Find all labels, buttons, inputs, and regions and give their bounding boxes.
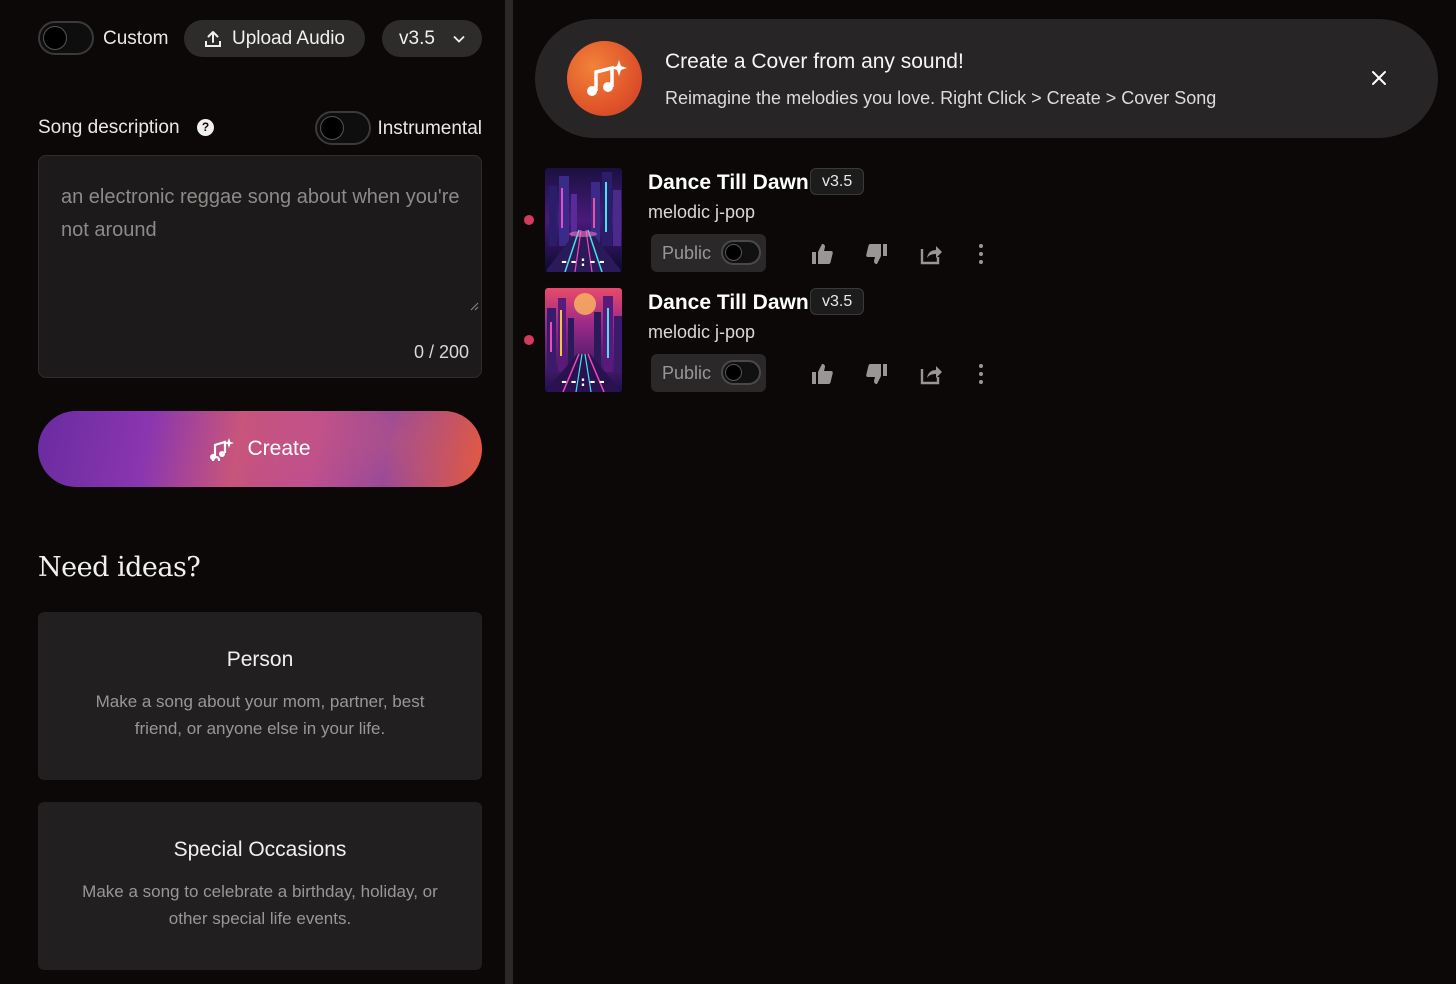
upload-icon xyxy=(204,30,221,47)
upload-audio-button[interactable]: Upload Audio xyxy=(184,20,365,57)
thumbs-down-icon[interactable] xyxy=(865,242,889,266)
song-row[interactable]: --:-- Dance Till Dawn v3.5 melodic j-pop… xyxy=(513,288,1456,394)
song-genre: melodic j-pop xyxy=(648,202,756,222)
custom-mode-toggle[interactable] xyxy=(38,21,94,55)
help-icon[interactable]: ? xyxy=(197,119,214,136)
idea-card-title: Special Occasions xyxy=(173,838,347,861)
toggle-knob xyxy=(320,116,344,140)
character-count: 0 / 200 xyxy=(413,342,469,362)
banner-subtitle: Reimagine the melodies you love. Right C… xyxy=(665,88,1217,108)
song-version-badge: v3.5 xyxy=(810,288,865,315)
instrumental-label: Instrumental xyxy=(377,118,482,139)
panel-divider[interactable] xyxy=(505,0,513,984)
mode-toolbar: Custom Upload Audio v3.5 xyxy=(38,20,482,57)
create-button[interactable]: Create xyxy=(38,411,482,487)
public-switch[interactable] xyxy=(721,360,761,385)
upload-audio-label: Upload Audio xyxy=(231,27,346,49)
public-toggle[interactable]: Public xyxy=(651,354,766,392)
song-genre: melodic j-pop xyxy=(648,322,756,342)
song-cover-art[interactable]: --:-- xyxy=(545,168,622,272)
new-song-indicator xyxy=(524,215,534,225)
more-vertical-icon[interactable] xyxy=(969,242,993,266)
thumbs-up-icon[interactable] xyxy=(810,362,834,386)
song-description-input[interactable]: an electronic reggae song about when you… xyxy=(38,155,482,378)
need-ideas-heading: Need ideas? xyxy=(38,552,201,583)
idea-card-person[interactable]: Person Make a song about your mom, partn… xyxy=(38,612,482,780)
song-title[interactable]: Dance Till Dawn xyxy=(648,171,809,195)
song-row[interactable]: --:-- Dance Till Dawn v3.5 melodic j-pop… xyxy=(513,168,1456,274)
public-label: Public xyxy=(662,363,712,383)
share-icon[interactable] xyxy=(919,362,943,386)
chevron-down-icon xyxy=(453,35,465,43)
idea-card-description: Make a song to celebrate a birthday, hol… xyxy=(82,882,438,928)
song-version-badge: v3.5 xyxy=(810,168,865,195)
resize-grip-icon[interactable] xyxy=(469,301,479,311)
toggle-knob xyxy=(43,26,67,50)
song-duration: --:-- xyxy=(559,374,608,390)
new-song-indicator xyxy=(524,335,534,345)
song-title[interactable]: Dance Till Dawn xyxy=(648,291,809,315)
thumbs-down-icon[interactable] xyxy=(865,362,889,386)
idea-card-title: Person xyxy=(226,648,294,671)
song-cover-art[interactable]: --:-- xyxy=(545,288,622,392)
switch-knob xyxy=(725,244,742,261)
public-label: Public xyxy=(662,243,712,263)
idea-card-special-occasions[interactable]: Special Occasions Make a song to celebra… xyxy=(38,802,482,970)
model-version-select[interactable]: v3.5 xyxy=(382,20,482,57)
song-description-label: Song description xyxy=(38,117,180,138)
public-switch[interactable] xyxy=(721,240,761,265)
custom-mode-label: Custom xyxy=(103,28,169,49)
switch-knob xyxy=(725,364,742,381)
music-sparkle-icon xyxy=(210,438,235,461)
public-toggle[interactable]: Public xyxy=(651,234,766,272)
library-panel: Create a Cover from any sound! Reimagine… xyxy=(513,0,1456,984)
more-vertical-icon[interactable] xyxy=(969,362,993,386)
idea-card-description: Make a song about your mom, partner, bes… xyxy=(95,692,425,738)
create-panel: Custom Upload Audio v3.5 Song descriptio… xyxy=(0,0,505,984)
instrumental-toggle[interactable] xyxy=(315,111,371,145)
create-label: Create xyxy=(247,437,311,460)
song-duration: --:-- xyxy=(559,254,608,270)
description-header: Song description ? Instrumental xyxy=(38,111,482,145)
share-icon[interactable] xyxy=(919,242,943,266)
thumbs-up-icon[interactable] xyxy=(810,242,834,266)
close-icon[interactable] xyxy=(1370,69,1388,87)
music-sparkle-icon xyxy=(567,41,642,116)
cover-promo-banner: Create a Cover from any sound! Reimagine… xyxy=(535,19,1438,138)
banner-title: Create a Cover from any sound! xyxy=(665,50,964,73)
model-version-label: v3.5 xyxy=(399,27,435,49)
song-description-placeholder: an electronic reggae song about when you… xyxy=(61,186,460,241)
